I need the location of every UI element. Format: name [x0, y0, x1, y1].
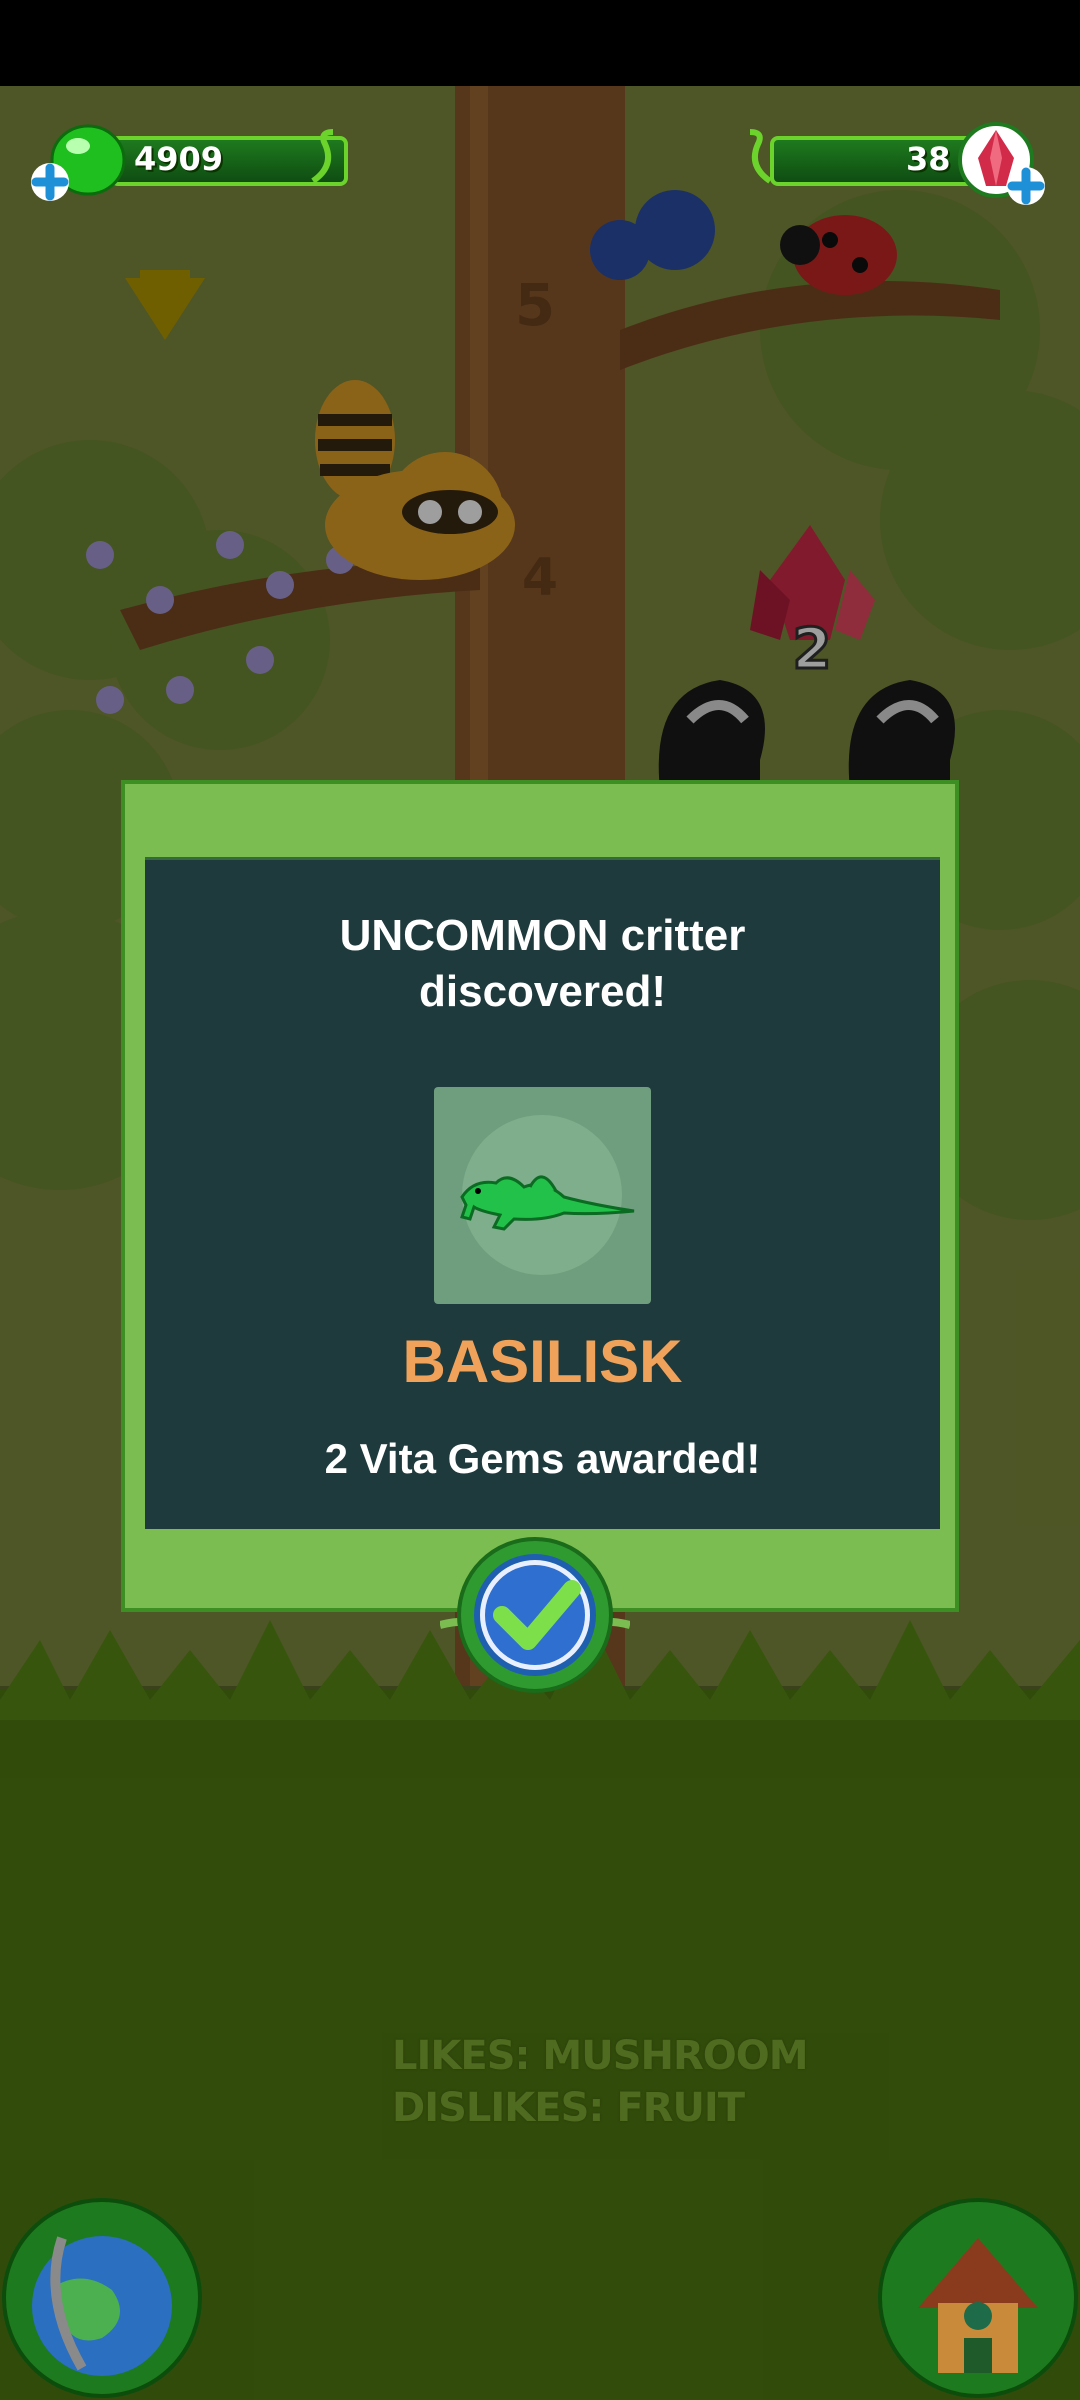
dislikes-label: DISLIKES: FRUIT	[392, 2085, 745, 2131]
critter-name: BASILISK	[402, 1328, 683, 1395]
dialog-title-line1: UNCOMMON critter	[339, 911, 746, 960]
confirm-button[interactable]	[440, 1535, 630, 1695]
likes-label: LIKES: MUSHROOM	[392, 2033, 809, 2079]
add-gems-button[interactable]	[30, 162, 70, 202]
dialog-title: UNCOMMON critter discovered!	[145, 908, 940, 1020]
status-bar	[0, 0, 1080, 86]
basilisk-icon	[460, 1115, 635, 1275]
hud-left: 4909	[30, 120, 350, 201]
dialog-title-line2: discovered!	[419, 967, 666, 1016]
gem-count: 4909	[134, 140, 224, 178]
world-map-button[interactable]	[2, 2198, 202, 2398]
crystal-count: 38	[906, 140, 951, 178]
critter-portrait	[434, 1087, 651, 1304]
preferences-text: LIKES: MUSHROOM DISLIKES: FRUIT	[392, 2030, 809, 2134]
vine-ornament-icon	[311, 129, 334, 184]
add-crystals-button[interactable]	[1006, 166, 1046, 206]
hud-right: 38	[730, 120, 1060, 205]
home-button[interactable]	[878, 2198, 1078, 2398]
reward-text: 2 Vita Gems awarded!	[324, 1435, 761, 1482]
vine-ornament-icon	[749, 129, 772, 184]
